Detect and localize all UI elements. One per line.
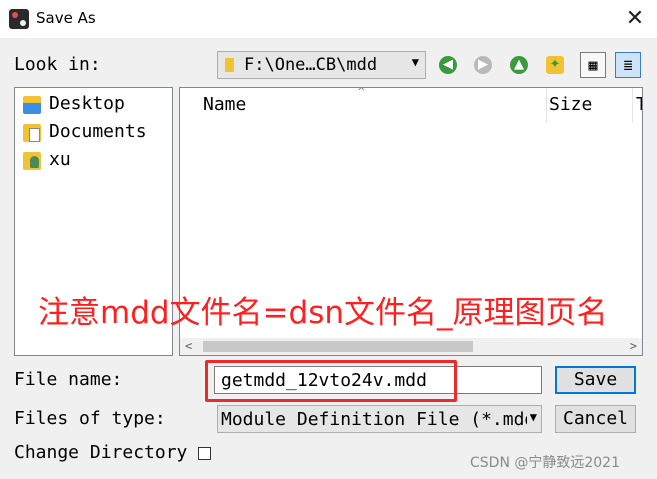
close-button[interactable]: ✕ [618,4,652,34]
change-directory-checkbox[interactable] [198,447,211,460]
column-divider[interactable] [632,88,633,123]
folder-icon [225,58,234,72]
back-button[interactable]: ◀ [435,52,461,78]
column-header-name[interactable]: Name [203,94,246,115]
user-folder-icon [23,152,41,170]
annotation-text: 注意mdd文件名=dsn文件名_原理图页名 [38,295,608,331]
documents-icon [23,124,41,142]
column-divider[interactable] [546,88,547,123]
back-arrow-icon: ◀ [439,56,457,74]
scrollbar-thumb[interactable] [203,341,473,352]
place-label: Documents [49,121,147,142]
list-view-button[interactable]: ▦ [580,52,606,78]
details-view-button[interactable]: ≣ [615,52,641,78]
file-type-value: Module Definition File (*.mdd) [221,409,527,430]
chevron-down-icon: ▼ [411,55,419,69]
column-header-type[interactable]: T [636,94,642,115]
app-icon [9,9,29,29]
file-type-dropdown[interactable]: Module Definition File (*.mdd) ▼ [217,405,542,433]
column-header-size[interactable]: Size [549,94,592,115]
save-button[interactable]: Save [555,366,636,394]
place-label: xu [49,149,71,170]
window-title: Save As [36,9,96,27]
look-in-dropdown[interactable]: F:\One…CB\mdd ▼ [217,51,426,79]
new-folder-button[interactable]: ✦ [542,52,568,78]
cancel-button[interactable]: Cancel [555,405,636,433]
horizontal-scrollbar[interactable]: < > [180,338,642,355]
look-in-label: Look in: [14,54,101,75]
change-directory-label: Change Directory [14,442,188,463]
look-in-value: F:\One…CB\mdd [244,55,378,75]
file-type-label: Files of type: [14,408,166,429]
scroll-right-icon[interactable]: > [630,338,637,355]
up-arrow-icon: ▲ [510,56,528,74]
file-name-label: File name: [14,369,123,390]
highlight-box [205,360,457,402]
new-folder-icon: ✦ [546,56,564,74]
forward-arrow-icon: ▶ [474,56,492,74]
place-label: Desktop [49,93,125,114]
chevron-down-icon: ▼ [529,410,537,424]
title-bar [0,0,657,38]
scroll-left-icon[interactable]: < [185,338,192,355]
desktop-icon [23,96,41,114]
watermark: CSDN @宁静致远2021 [470,455,620,471]
up-folder-button[interactable]: ▲ [506,52,532,78]
forward-button[interactable]: ▶ [470,52,496,78]
sort-indicator-icon: ^ [358,87,365,98]
